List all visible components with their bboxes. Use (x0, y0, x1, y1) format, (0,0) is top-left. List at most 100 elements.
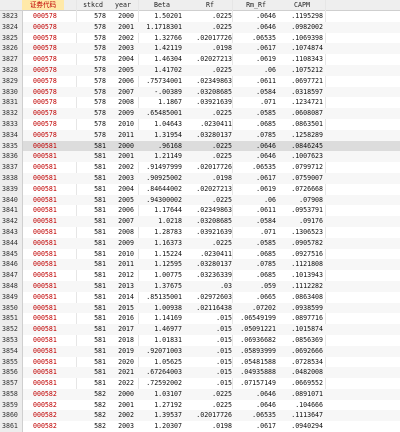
year-cell[interactable]: 2007 (108, 87, 134, 98)
rm-rf-cell[interactable]: .0785 (234, 130, 276, 141)
rm-rf-cell[interactable]: .06535 (234, 33, 276, 44)
year-cell[interactable]: 2003 (108, 421, 134, 432)
rf-cell[interactable]: .02349863 (184, 76, 232, 87)
table-row[interactable]: 3836 000581 581 2001 1.21149.0225.0646.10076… (0, 151, 400, 163)
beta-cell[interactable]: .90925002 (136, 173, 182, 184)
capm-cell[interactable]: .0863408 (279, 292, 323, 303)
stkcd-cell[interactable]: 581 (80, 335, 106, 346)
rf-cell[interactable]: .02116438 (184, 303, 232, 314)
row-number[interactable]: 3849 (0, 291, 23, 303)
rm-rf-cell[interactable]: .0617 (234, 43, 276, 54)
capm-cell[interactable]: .1195298 (279, 11, 323, 22)
security-code-cell[interactable]: 000581 (33, 249, 63, 260)
rf-cell[interactable]: .0225 (184, 22, 232, 33)
security-code-cell[interactable]: 000582 (33, 421, 63, 432)
beta-cell[interactable]: 1.03107 (136, 389, 182, 400)
row-number[interactable]: 3853 (0, 334, 23, 346)
year-cell[interactable]: 2011 (108, 259, 134, 270)
rm-rf-cell[interactable]: .0617 (234, 173, 276, 184)
capm-cell[interactable]: .0863501 (279, 119, 323, 130)
rm-rf-cell[interactable]: .04935888 (234, 367, 276, 378)
rf-cell[interactable]: .02972603 (184, 292, 232, 303)
table-row[interactable]: 3838 000581 581 2003.90925002.0198.0617.075… (0, 172, 400, 184)
year-cell[interactable]: 2021 (108, 367, 134, 378)
table-row[interactable]: 3853 000581 581 2018 1.01831.015.06936682.08… (0, 334, 400, 346)
year-cell[interactable]: 2010 (108, 249, 134, 260)
table-row[interactable]: 3860 000582 582 2002 1.39537.02017726.06535.… (0, 410, 400, 422)
row-number[interactable]: 3858 (0, 388, 23, 400)
security-code-cell[interactable]: 000578 (33, 119, 63, 130)
row-number[interactable]: 3852 (0, 324, 23, 335)
security-code-cell[interactable]: 000581 (33, 259, 63, 270)
capm-cell[interactable]: .0318597 (279, 87, 323, 98)
rm-rf-cell[interactable]: .0585 (234, 238, 276, 249)
security-code-cell[interactable]: 000581 (33, 162, 63, 173)
rf-cell[interactable]: .0225 (184, 400, 232, 411)
stkcd-cell[interactable]: 578 (80, 33, 106, 44)
stkcd-cell[interactable]: 581 (80, 292, 106, 303)
stkcd-cell[interactable]: 578 (80, 76, 106, 87)
rm-rf-cell[interactable]: .06549199 (234, 313, 276, 324)
rm-rf-cell[interactable]: .0685 (234, 119, 276, 130)
year-cell[interactable]: 2019 (108, 346, 134, 357)
row-number[interactable]: 3831 (0, 97, 23, 109)
beta-cell[interactable]: .92071003 (136, 346, 182, 357)
year-cell[interactable]: 2012 (108, 270, 134, 281)
year-cell[interactable]: 2000 (108, 141, 134, 152)
beta-cell[interactable]: 1.14169 (136, 313, 182, 324)
rm-rf-cell[interactable]: .0646 (234, 11, 276, 22)
rm-rf-cell[interactable]: .0584 (234, 87, 276, 98)
rm-rf-cell[interactable]: .0785 (234, 259, 276, 270)
row-number[interactable]: 3826 (0, 43, 23, 55)
stkcd-cell[interactable]: 578 (80, 130, 106, 141)
rf-cell[interactable]: .015 (184, 335, 232, 346)
beta-cell[interactable]: 1.41702 (136, 65, 182, 76)
table-row[interactable]: 3852 000581 581 2017 1.46977.015.05091221.10… (0, 324, 400, 335)
year-cell[interactable]: 2001 (108, 22, 134, 33)
security-code-cell[interactable]: 000581 (33, 303, 63, 314)
security-code-cell[interactable]: 000581 (33, 216, 63, 227)
row-number[interactable]: 3839 (0, 183, 23, 195)
row-number[interactable]: 3860 (0, 410, 23, 422)
capm-cell[interactable]: .0697721 (279, 76, 323, 87)
year-cell[interactable]: 2005 (108, 65, 134, 76)
rm-rf-cell[interactable]: .06 (234, 65, 276, 76)
beta-cell[interactable]: 1.00938 (136, 303, 182, 314)
stkcd-cell[interactable]: 578 (80, 22, 106, 33)
beta-cell[interactable]: 1.21149 (136, 151, 182, 162)
year-cell[interactable]: 2003 (108, 43, 134, 54)
capm-cell[interactable]: .1069398 (279, 33, 323, 44)
column-header-rm-rf[interactable]: Rm_Rf (234, 0, 278, 10)
table-row[interactable]: 3851 000581 581 2016 1.14169.015.06549199.08… (0, 313, 400, 325)
rf-cell[interactable]: .02027213 (184, 184, 232, 195)
year-cell[interactable]: 2002 (108, 410, 134, 421)
security-code-cell[interactable]: 000581 (33, 378, 63, 389)
rf-cell[interactable]: .015 (184, 324, 232, 335)
stkcd-cell[interactable]: 578 (80, 43, 106, 54)
security-code-cell[interactable]: 000581 (33, 205, 63, 216)
table-row[interactable]: 3856 000581 581 2021.67264003.015.04935888.… (0, 367, 400, 379)
capm-cell[interactable]: .0938599 (279, 303, 323, 314)
security-code-cell[interactable]: 000581 (33, 346, 63, 357)
capm-cell[interactable]: .0982002 (279, 22, 323, 33)
row-number[interactable]: 3847 (0, 270, 23, 281)
rf-cell[interactable]: .0230411 (184, 249, 232, 260)
rm-rf-cell[interactable]: .071 (234, 97, 276, 108)
security-code-cell[interactable]: 000581 (33, 335, 63, 346)
rf-cell[interactable]: .015 (184, 367, 232, 378)
year-cell[interactable]: 2018 (108, 335, 134, 346)
table-row[interactable]: 3861 000582 582 2003 1.20307.0198.0617.09402… (0, 421, 400, 432)
year-cell[interactable]: 2002 (108, 33, 134, 44)
rf-cell[interactable]: .0198 (184, 421, 232, 432)
row-number[interactable]: 3848 (0, 280, 23, 292)
security-code-cell[interactable]: 000578 (33, 130, 63, 141)
year-cell[interactable]: 2008 (108, 97, 134, 108)
rm-rf-cell[interactable]: .0685 (234, 270, 276, 281)
capm-cell[interactable]: .0692666 (279, 346, 323, 357)
stkcd-cell[interactable]: 581 (80, 313, 106, 324)
year-cell[interactable]: 2004 (108, 54, 134, 65)
year-cell[interactable]: 2013 (108, 281, 134, 292)
stkcd-cell[interactable]: 581 (80, 281, 106, 292)
year-cell[interactable]: 2017 (108, 324, 134, 335)
table-row[interactable]: 3855 000581 581 2020 1.05625.015.05481588.07… (0, 356, 400, 368)
